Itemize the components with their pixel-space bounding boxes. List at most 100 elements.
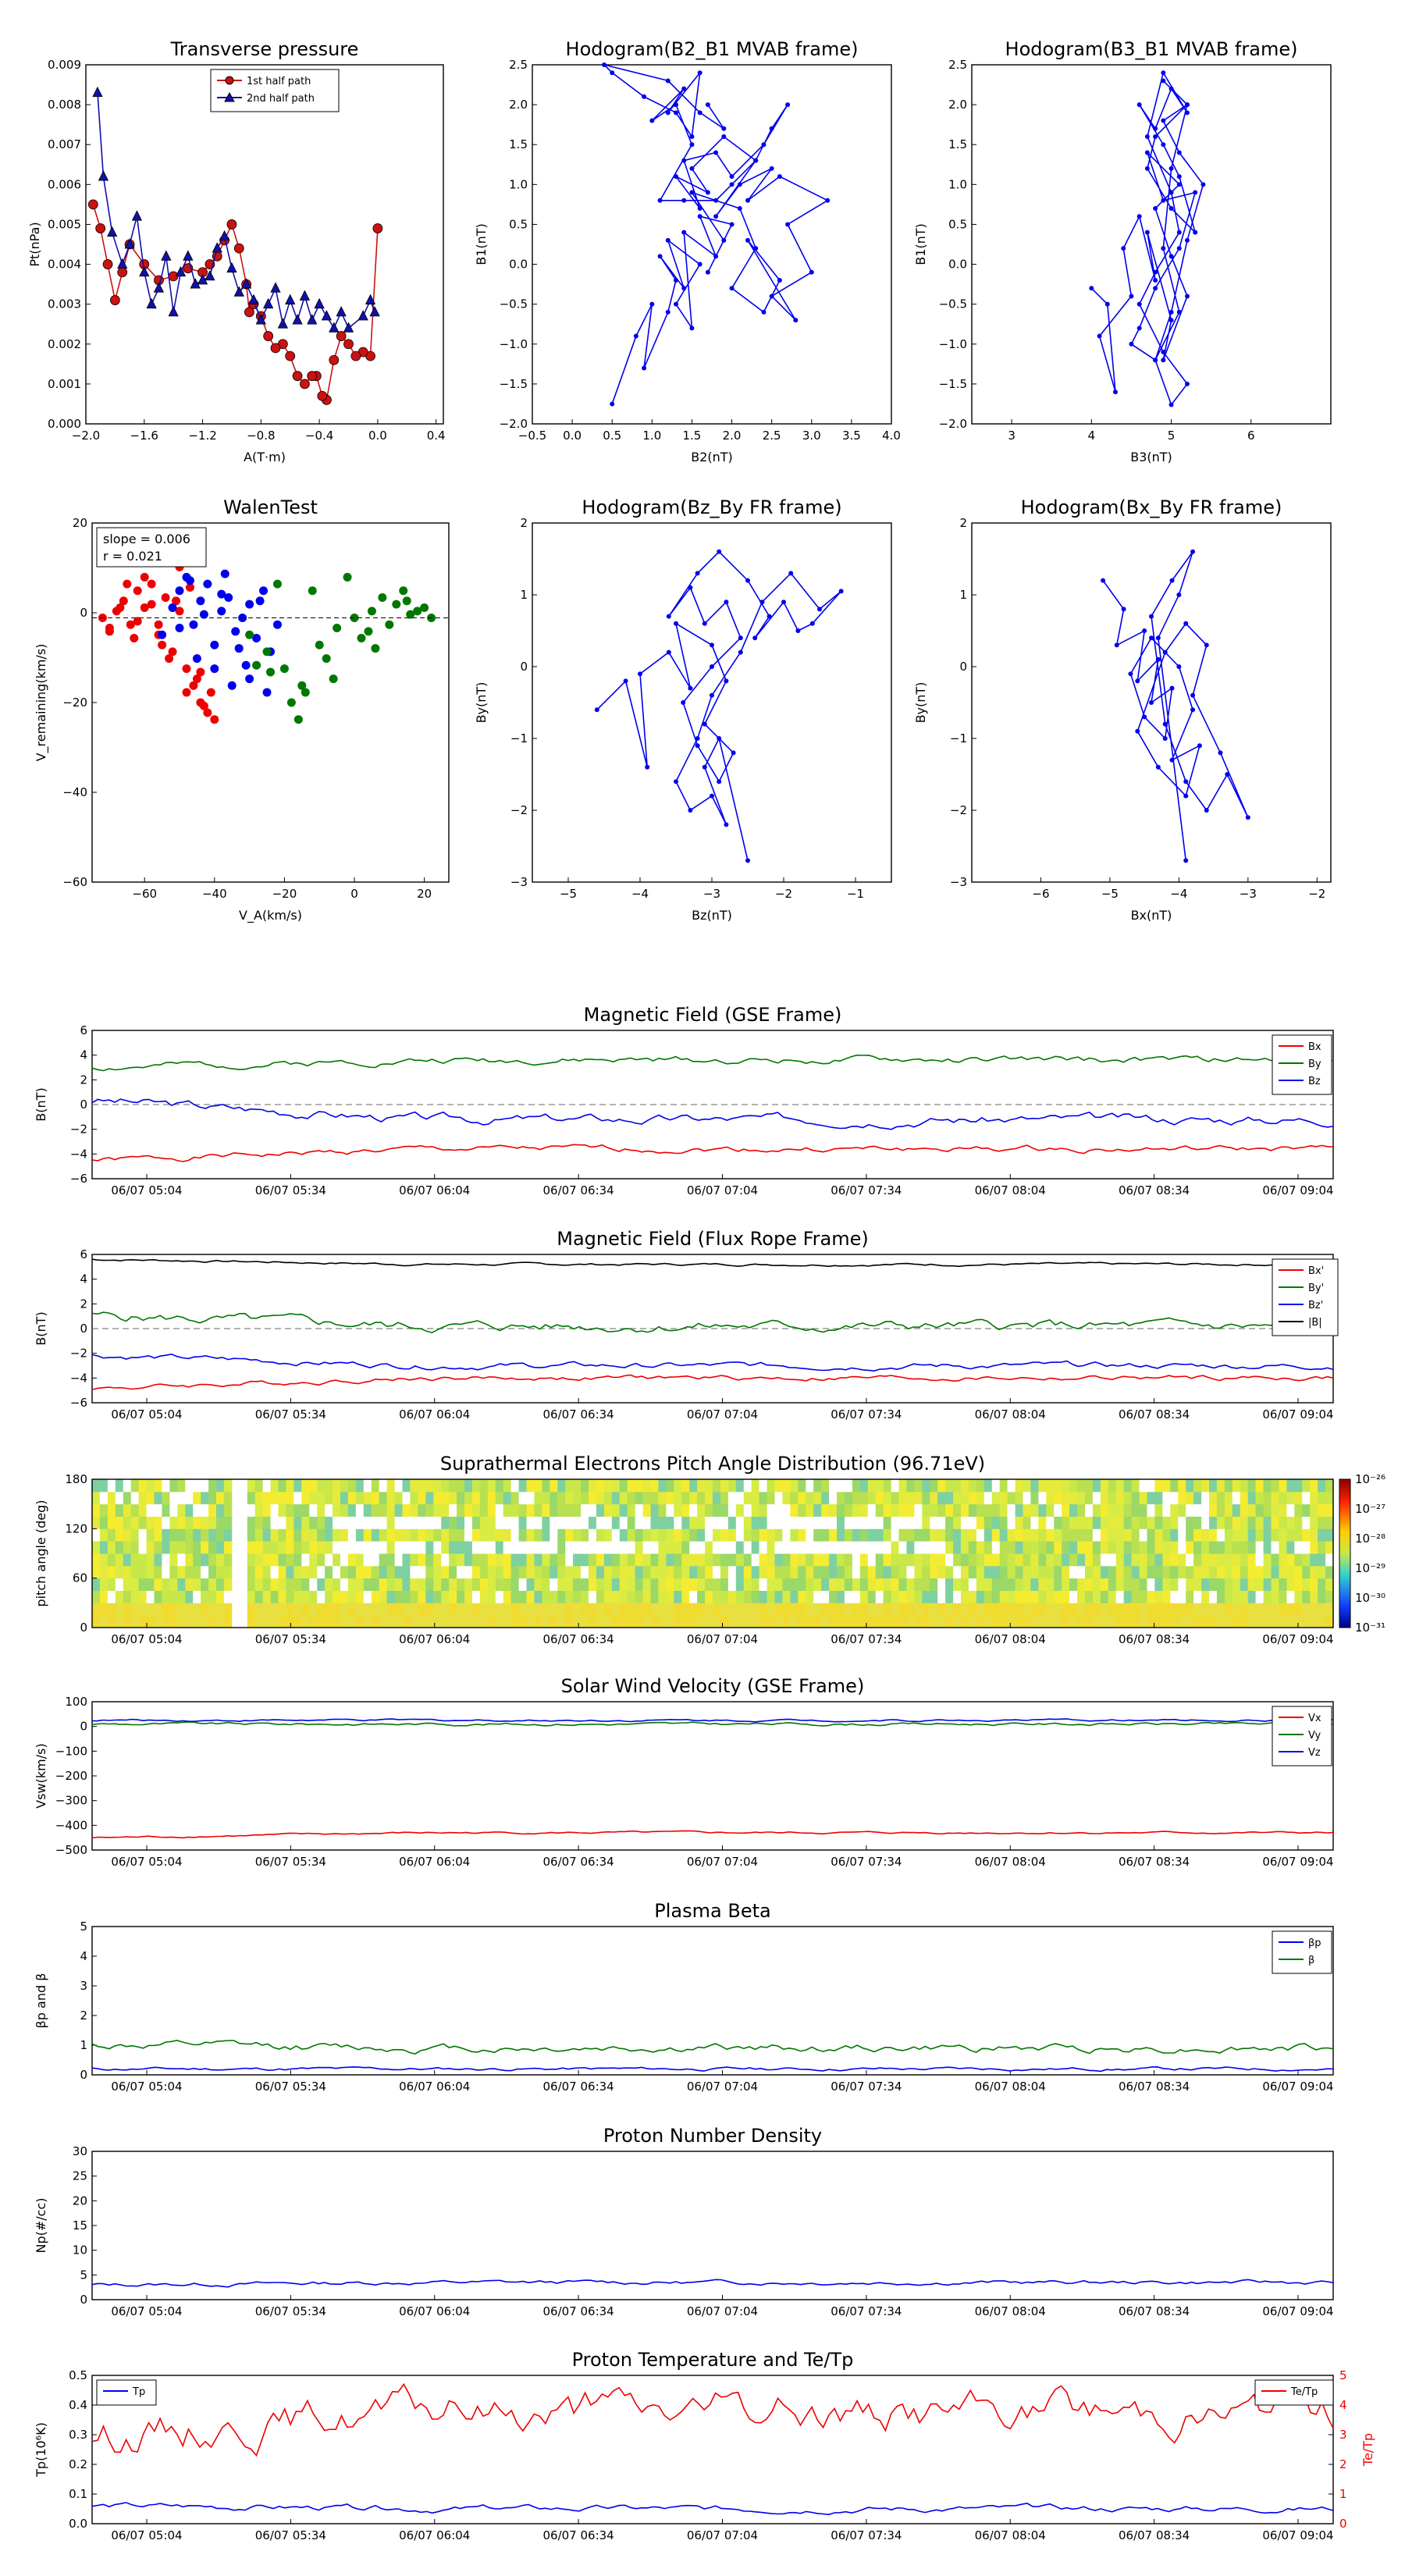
pad-cell (891, 1491, 899, 1505)
pad-cell (1147, 1541, 1155, 1554)
pad-cell (798, 1541, 806, 1554)
pad-cell (325, 1615, 333, 1628)
hzy-x-tick-label: −3 (703, 887, 720, 901)
tp-point (161, 250, 172, 261)
pad-cell (674, 1590, 682, 1603)
pad-cell (1310, 1491, 1318, 1505)
hxy-y-tick-label: 1 (959, 588, 967, 602)
pad-cell (193, 1615, 201, 1628)
pad-cell (1201, 1491, 1210, 1505)
walen-point (315, 640, 324, 649)
pad-cell (1318, 1578, 1326, 1591)
hxy-point (1162, 736, 1168, 741)
pad-cell (1247, 1541, 1257, 1554)
vsw-y-tick-label: 0 (80, 1720, 87, 1734)
pad-cell (727, 1578, 737, 1591)
pad-cell (1178, 1565, 1186, 1579)
pad-cell (216, 1491, 225, 1505)
pad-cell (1294, 1541, 1303, 1554)
pad-cell (177, 1578, 186, 1591)
walen-point (234, 644, 244, 653)
pad-cell (340, 1528, 349, 1542)
pad-cell (883, 1503, 891, 1517)
pad-cell (1310, 1565, 1318, 1579)
np-x-tick-label: 06/07 08:04 (975, 2304, 1046, 2318)
pad-cell (1030, 1491, 1039, 1505)
pad-cell (464, 1541, 473, 1554)
pad-cell (658, 1528, 667, 1542)
pad-cell (449, 1578, 457, 1591)
pad-cell (510, 1590, 519, 1603)
pad-cell (542, 1603, 550, 1616)
hxy-point (1169, 685, 1175, 691)
pad-cell (526, 1516, 535, 1529)
pad-cell (1263, 1541, 1272, 1554)
pad-cell (1255, 1479, 1264, 1493)
pad-cell (1170, 1491, 1179, 1505)
pad-title: Suprathermal Electrons Pitch Angle Distr… (440, 1453, 985, 1475)
pad-cell (262, 1590, 271, 1603)
pad-cell (1279, 1603, 1287, 1616)
pad-cell (1216, 1578, 1225, 1591)
pad-cell (177, 1565, 186, 1579)
pad-cell (1263, 1503, 1272, 1517)
h21-point (633, 333, 638, 339)
pad-cell (945, 1590, 954, 1603)
pad-cell (1092, 1590, 1101, 1603)
temp-y2-tick-label: 3 (1339, 2428, 1347, 2442)
pad-cell (138, 1516, 147, 1529)
tp-point (263, 297, 274, 309)
pad-cell (223, 1528, 233, 1542)
pad-cell (1108, 1615, 1117, 1628)
pad-cell (1085, 1528, 1094, 1542)
pad-cell (347, 1615, 357, 1628)
pad-cell (666, 1615, 674, 1628)
pad-cell (906, 1516, 915, 1529)
pad-cell (347, 1541, 357, 1554)
pad-cell (495, 1590, 504, 1603)
pad-cell (1100, 1590, 1109, 1603)
pad-cell (1201, 1615, 1210, 1628)
pad-cell (286, 1590, 294, 1603)
pad-cell (867, 1578, 877, 1591)
pad-cell (1069, 1578, 1078, 1591)
h21-point (729, 286, 735, 291)
pad-cell (922, 1479, 930, 1493)
pad-cell (542, 1578, 550, 1591)
pad-cell (177, 1590, 186, 1603)
pad-cell (1310, 1615, 1318, 1628)
pad-cell (138, 1565, 147, 1579)
pad-cell (425, 1528, 434, 1542)
pad-cell (169, 1603, 178, 1616)
pad-cell (1131, 1528, 1140, 1542)
pad-cell (674, 1503, 682, 1517)
hzy-y-tick-label: −1 (510, 731, 528, 745)
pad-cell (1023, 1541, 1031, 1554)
pad-cell (386, 1565, 395, 1579)
pad-cell (581, 1603, 589, 1616)
pad-cell (713, 1528, 721, 1542)
pad-cell (681, 1479, 690, 1493)
pad-cell (208, 1603, 217, 1616)
pad-cell (898, 1615, 907, 1628)
pad-cell (906, 1578, 915, 1591)
pad-cell (573, 1578, 582, 1591)
pad-cell (278, 1503, 286, 1517)
pad-cell (1015, 1565, 1023, 1579)
h21-x-tick-label: 3.5 (842, 429, 861, 443)
pad-cell (991, 1565, 1001, 1579)
pad-cell (340, 1553, 349, 1567)
h21-point (665, 237, 670, 243)
pad-cell (177, 1491, 186, 1505)
pad-cell (705, 1553, 713, 1567)
pad-cell (1092, 1503, 1101, 1517)
pad-cell (1255, 1603, 1264, 1616)
pad-cell (1302, 1553, 1311, 1567)
h31-point (1185, 102, 1190, 108)
h31-point (1168, 206, 1174, 211)
pad-cell (208, 1528, 217, 1542)
pad-cell (573, 1615, 582, 1628)
pad-cell (1247, 1491, 1257, 1505)
pad-cell (216, 1553, 225, 1567)
temp-y-tick-label: 0.5 (69, 2368, 87, 2382)
